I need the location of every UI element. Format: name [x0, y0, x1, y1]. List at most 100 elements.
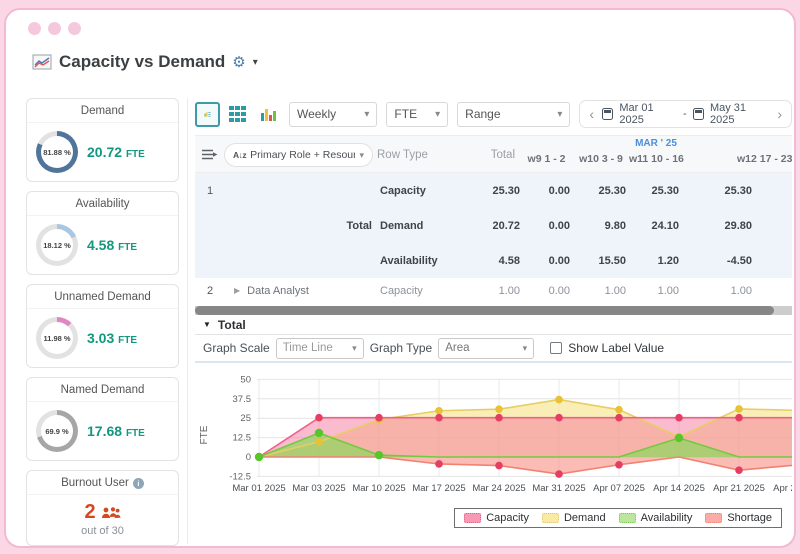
y-tick-label: 12.5 — [233, 433, 252, 444]
table-row[interactable]: Total Demand 20.72 0.00 9.80 24.10 29.80 — [195, 208, 792, 243]
info-icon[interactable]: i — [132, 477, 144, 489]
x-tick-label: Apr 07 2025 — [593, 483, 645, 494]
table-row[interactable]: 1 Capacity 25.30 0.00 25.30 25.30 25.30 — [195, 173, 792, 208]
data-point-availability[interactable] — [674, 433, 684, 443]
kpi-card-demand: Demand 81.88 % 20.72 FTE — [26, 98, 179, 182]
data-point-demand[interactable] — [495, 405, 503, 413]
toolbar: Weekly ▾ FTE ▾ Range ▾ ‹ Mar 01 2025 - May … — [195, 98, 792, 130]
legend-swatch — [464, 513, 482, 523]
graph-type-label: Graph Type — [369, 341, 433, 355]
chart-table-icon — [204, 112, 211, 117]
window-dot-minimize[interactable] — [48, 22, 61, 35]
kpi-value: 4.58 FTE — [87, 237, 138, 253]
bar-chart-icon — [260, 109, 276, 121]
y-tick-label: 50 — [240, 374, 251, 385]
data-point-capacity[interactable] — [375, 413, 383, 422]
view-chart-table-button[interactable] — [195, 101, 220, 127]
calendar-icon — [602, 108, 614, 120]
period-select[interactable]: Weekly ▾ — [289, 101, 378, 127]
chevron-down-icon: ▾ — [364, 108, 370, 120]
data-point-shortage[interactable] — [435, 460, 443, 468]
horizontal-scrollbar[interactable] — [195, 306, 792, 315]
group-by-select[interactable]: A↓z Primary Role + Resource... ▾ — [224, 143, 373, 167]
date-from[interactable]: Mar 01 2025 — [619, 102, 677, 126]
chevron-down-icon: ▾ — [522, 342, 528, 353]
data-point-availability[interactable] — [374, 450, 384, 460]
data-point-demand[interactable] — [615, 405, 623, 414]
data-point-capacity[interactable] — [495, 413, 503, 422]
x-tick-label: Apr 28 2025 — [773, 483, 792, 494]
window-dot-close[interactable] — [28, 22, 41, 35]
view-bar-chart-button[interactable] — [255, 103, 280, 126]
x-tick-label: Mar 10 2025 — [352, 483, 405, 494]
data-point-shortage[interactable] — [555, 470, 563, 478]
donut-percent: 69.9 % — [41, 415, 73, 447]
kpi-sidebar: Demand 81.88 % 20.72 FTE Availability 18… — [26, 98, 179, 546]
weeks-header: MAR ' 25 w9 1 - 2 w10 3 - 9 w11 10 - 16 … — [520, 138, 792, 165]
data-point-capacity[interactable] — [435, 413, 443, 422]
page-header: Capacity vs Demand ⚙ ▾ — [32, 52, 258, 72]
data-point-capacity[interactable] — [735, 413, 743, 422]
table-group-total: 1 Capacity 25.30 0.00 25.30 25.30 25.30 … — [195, 173, 792, 278]
graph-section-header[interactable]: ▼ Total — [195, 315, 792, 335]
data-point-demand[interactable] — [435, 406, 443, 415]
data-point-demand[interactable] — [315, 437, 323, 446]
graph-type-select[interactable]: Area ▾ — [438, 337, 535, 359]
expand-row-icon[interactable]: ▶ — [234, 286, 240, 295]
kpi-card-unnamed-demand: Unnamed Demand 11.98 % 3.03 FTE — [26, 284, 179, 368]
kpi-title: Burnout User i — [27, 471, 178, 495]
date-to[interactable]: May 31 2025 — [710, 102, 769, 126]
scrollbar-thumb[interactable] — [195, 306, 775, 315]
app-window: Capacity vs Demand ⚙ ▾ Demand 81.88 % 20… — [4, 8, 796, 548]
x-tick-label: Mar 01 2025 — [232, 483, 285, 494]
view-grid-button[interactable] — [225, 103, 250, 126]
chevron-down-icon: ▾ — [557, 108, 563, 120]
y-tick-label: 37.5 — [233, 394, 252, 405]
legend-label: Availability — [640, 512, 693, 524]
data-point-capacity[interactable] — [675, 413, 683, 422]
table-row-data-analyst[interactable]: 2 ▶ Data Analyst Capacity 1.00 0.00 1.00… — [195, 278, 792, 303]
collapse-icon[interactable]: ▼ — [203, 320, 211, 329]
unit-select[interactable]: FTE ▾ — [386, 101, 449, 127]
legend-item-availability: Availability — [618, 512, 693, 524]
data-point-shortage[interactable] — [735, 466, 743, 474]
next-period-button[interactable]: › — [775, 107, 784, 121]
month-header: MAR ' 25 — [635, 138, 677, 149]
data-point-capacity[interactable] — [555, 413, 563, 422]
unnamed-demand-donut: 11.98 % — [36, 317, 78, 359]
legend-swatch — [541, 513, 559, 523]
show-label-value-label: Show Label Value — [568, 341, 665, 355]
data-point-demand[interactable] — [555, 395, 563, 404]
kpi-value: 20.72 FTE — [87, 144, 145, 160]
kpi-title: Availability — [27, 192, 178, 216]
range-mode-select[interactable]: Range ▾ — [457, 101, 571, 127]
people-icon — [101, 506, 121, 518]
data-point-shortage[interactable] — [615, 460, 623, 469]
data-point-shortage[interactable] — [495, 461, 503, 470]
kpi-value: 3.03 FTE — [87, 330, 138, 346]
sort-rows-icon[interactable] — [201, 148, 218, 161]
table-row[interactable]: Availability 4.58 0.00 15.50 1.20 -4.50 — [195, 243, 792, 278]
legend-swatch — [705, 513, 723, 523]
settings-caret-icon[interactable]: ▾ — [253, 57, 258, 68]
window-dot-maximize[interactable] — [68, 22, 81, 35]
gear-icon[interactable]: ⚙ — [232, 55, 245, 70]
data-point-availability[interactable] — [254, 452, 264, 462]
show-label-value-checkbox[interactable] — [550, 342, 563, 354]
data-point-capacity[interactable] — [315, 413, 323, 422]
table-header: A↓z Primary Role + Resource... ▾ Row Typ… — [195, 135, 792, 173]
data-point-capacity[interactable] — [615, 413, 623, 422]
column-header-week: w10 3 - 9 — [579, 153, 623, 165]
availability-donut: 18.12 % — [36, 224, 78, 266]
chevron-down-icon: ▾ — [352, 342, 357, 353]
data-point-availability[interactable] — [314, 428, 324, 438]
data-point-demand[interactable] — [735, 405, 743, 413]
legend-item-shortage: Shortage — [705, 512, 772, 524]
prev-period-button[interactable]: ‹ — [587, 107, 596, 121]
date-separator: - — [682, 108, 687, 120]
page-title: Capacity vs Demand — [59, 52, 226, 71]
graph-scale-select[interactable]: Time Line ▾ — [275, 337, 364, 359]
burnout-caption: out of 30 — [81, 525, 124, 537]
series-area-shortage — [259, 457, 792, 475]
calendar-icon — [692, 108, 704, 120]
